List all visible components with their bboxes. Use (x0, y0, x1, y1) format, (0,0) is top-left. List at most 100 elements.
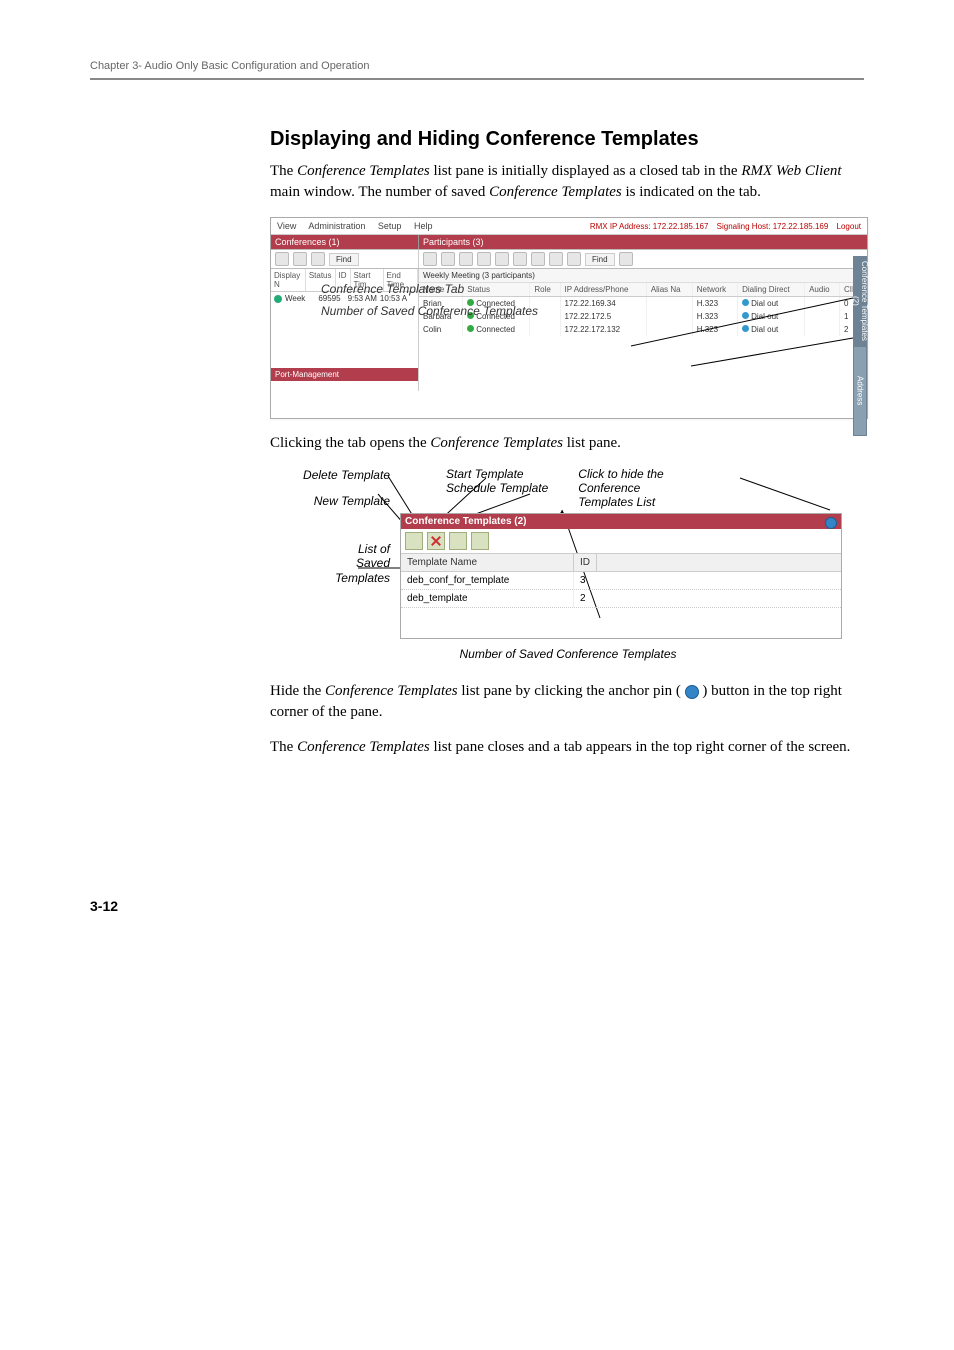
anno-num-saved: Number of Saved Conference Templates (321, 304, 538, 318)
start-template-icon[interactable] (449, 532, 467, 550)
conf-name: Week (285, 294, 305, 303)
template-name: deb_template (401, 590, 574, 607)
template-name: deb_conf_for_template (401, 572, 574, 589)
label-list-saved: List of Saved Templates (270, 542, 390, 585)
dial-icon (742, 299, 749, 306)
schedule-template-icon[interactable] (471, 532, 489, 550)
col-dial: Dialing Direct (738, 283, 805, 297)
p-net: H.323 (692, 310, 737, 323)
menu-help[interactable]: Help (414, 221, 433, 231)
tool-icon[interactable] (423, 252, 437, 266)
tool-icon[interactable] (275, 252, 289, 266)
tool-icon[interactable] (567, 252, 581, 266)
col-role: Role (530, 283, 560, 297)
t: Clicking the tab opens the (270, 435, 430, 451)
tool-icon[interactable] (293, 252, 307, 266)
part-toolbar: Find (419, 250, 867, 268)
col-status: Status (463, 283, 530, 297)
section-title: Displaying and Hiding Conference Templat… (270, 128, 864, 151)
col-network: Network (692, 283, 737, 297)
dial-icon (742, 325, 749, 332)
tool-icon[interactable] (477, 252, 491, 266)
tool-icon[interactable] (531, 252, 545, 266)
p-dial: Dial out (751, 299, 778, 308)
participants-header: Participants (3) (419, 235, 867, 249)
label-click-hide-2: Conference Templates List (578, 482, 698, 510)
side-tab-templates[interactable]: Conference Templates (2) (853, 256, 867, 346)
header-divider (90, 78, 864, 80)
col-alias: Alias Na (646, 283, 692, 297)
col-template-name: Template Name (401, 554, 574, 571)
page-number: 3-12 (90, 898, 864, 914)
p-net: H.323 (692, 323, 737, 336)
menu-admin[interactable]: Administration (308, 221, 365, 231)
dial-icon (742, 312, 749, 319)
p-status: Connected (476, 325, 515, 334)
t: Conference Templates (297, 739, 430, 755)
chapter-header: Chapter 3- Audio Only Basic Configuratio… (90, 60, 864, 72)
p-ip: 172.22.172.5 (560, 310, 646, 323)
logout-link[interactable]: Logout (837, 222, 861, 231)
col-display: Display N (271, 269, 306, 291)
signaling-host: Signaling Host: 172.22.185.169 (717, 222, 829, 231)
t: Hide the (270, 683, 325, 699)
t: The (270, 163, 297, 179)
t: list pane is initially displayed as a cl… (433, 163, 741, 179)
templates-pane: Conference Templates (2) Template Name I… (400, 513, 842, 639)
pin-icon-inline (685, 685, 699, 699)
paragraph-close: The Conference Templates list pane close… (270, 737, 864, 758)
p-ip: 172.22.172.132 (560, 323, 646, 336)
t: The (270, 739, 297, 755)
paragraph-hide: Hide the Conference Templates list pane … (270, 681, 864, 723)
col-template-id: ID (574, 554, 597, 571)
tool-icon[interactable] (459, 252, 473, 266)
p-dial: Dial out (751, 312, 778, 321)
list-item[interactable]: deb_template 2 (401, 590, 841, 608)
tool-icon[interactable] (549, 252, 563, 266)
tool-icon[interactable] (311, 252, 325, 266)
rmx-ip: RMX IP Address: 172.22.185.167 (590, 222, 709, 231)
delete-template-icon[interactable] (427, 532, 445, 550)
menu-view[interactable]: View (277, 221, 296, 231)
t: Conference Templates (297, 163, 430, 179)
label-start-template: Start Template (446, 468, 548, 482)
list-item[interactable]: deb_conf_for_template 3 (401, 572, 841, 590)
search-icon[interactable] (619, 252, 633, 266)
tool-icon[interactable] (441, 252, 455, 266)
label-schedule-template: Schedule Template (446, 482, 548, 496)
p-net: H.323 (692, 297, 737, 311)
tool-icon[interactable] (513, 252, 527, 266)
col-audio: Audio (805, 283, 840, 297)
t: list pane closes and a tab appears in th… (433, 739, 850, 755)
templates-pane-header: Conference Templates (2) (401, 514, 841, 529)
templates-diagram: Delete Template New Template List of Sav… (270, 468, 866, 639)
t: RMX Web Client (741, 163, 841, 179)
rmx-screenshot: View Administration Setup Help RMX IP Ad… (270, 217, 868, 419)
menu-bar: View Administration Setup Help RMX IP Ad… (271, 218, 867, 235)
t: Conference Templates (430, 435, 563, 451)
status-icon (274, 295, 282, 303)
tool-icon[interactable] (495, 252, 509, 266)
anno-templates-tab: Conference Templates Tab (321, 282, 464, 296)
status-icon (467, 325, 474, 332)
paragraph-open-tab: Clicking the tab opens the Conference Te… (270, 433, 864, 454)
t: Conference Templates (489, 184, 622, 200)
p-name: Colin (423, 325, 441, 334)
find-button[interactable]: Find (329, 253, 359, 266)
table-row[interactable]: Colin Connected 172.22.172.132 H.323 Dia… (419, 323, 867, 336)
menu-setup[interactable]: Setup (378, 221, 402, 231)
t: list pane by clicking the anchor pin ( (461, 683, 681, 699)
grid-title: Weekly Meeting (3 participants) (419, 269, 867, 283)
conf-toolbar: Find (271, 250, 419, 268)
p-ip: 172.22.169.34 (560, 297, 646, 311)
side-tab-address[interactable]: Address (853, 346, 867, 436)
new-template-icon[interactable] (405, 532, 423, 550)
find-button[interactable]: Find (585, 253, 615, 266)
col-ip: IP Address/Phone (560, 283, 646, 297)
t: list pane. (567, 435, 621, 451)
t: main window. The number of saved (270, 184, 489, 200)
t: is indicated on the tab. (626, 184, 761, 200)
conferences-header: Conferences (1) (271, 235, 419, 249)
diagram-caption: Number of Saved Conference Templates (270, 647, 866, 661)
p-dial: Dial out (751, 325, 778, 334)
